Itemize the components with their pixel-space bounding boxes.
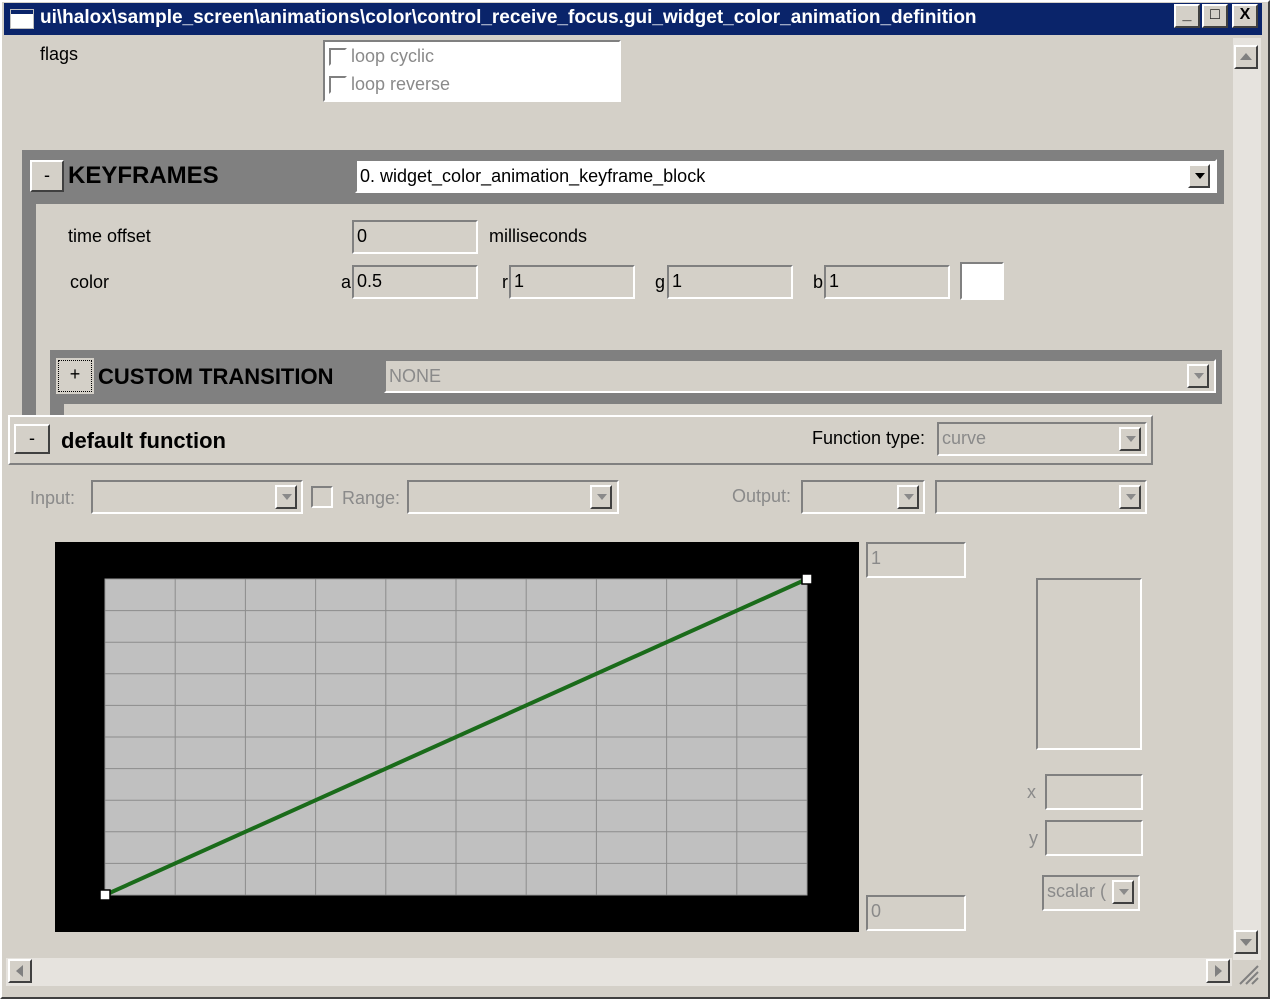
flags-list: loop cyclic loop reverse bbox=[323, 40, 621, 102]
output-dropdown-arrow-1[interactable] bbox=[897, 485, 919, 509]
scroll-right-button[interactable] bbox=[1206, 959, 1230, 983]
color-label: color bbox=[70, 272, 110, 292]
scroll-down-button[interactable] bbox=[1234, 930, 1258, 954]
color-r-input[interactable]: 1 bbox=[509, 265, 635, 299]
default-function-title: default function bbox=[61, 428, 226, 453]
time-offset-label: time offset bbox=[68, 226, 151, 246]
output-select-2[interactable] bbox=[935, 480, 1147, 514]
arrow-right-icon bbox=[1215, 965, 1222, 977]
arrow-up-icon bbox=[1240, 53, 1252, 60]
time-offset-unit: milliseconds bbox=[489, 226, 588, 246]
flags-label: flags bbox=[40, 44, 79, 64]
loop-cyclic-checkbox[interactable] bbox=[329, 48, 347, 66]
scroll-up-button[interactable] bbox=[1234, 45, 1258, 69]
custom-transition-dropdown-arrow[interactable] bbox=[1187, 364, 1209, 388]
loop-reverse-checkbox[interactable] bbox=[329, 76, 347, 94]
keyframes-collapse-button[interactable]: - bbox=[30, 160, 64, 192]
window-title: ui\halox\sample_screen\animations\color\… bbox=[40, 7, 977, 28]
curve-editor[interactable] bbox=[55, 542, 859, 932]
output-dropdown-arrow-2[interactable] bbox=[1119, 485, 1141, 509]
function-type-value: curve bbox=[942, 428, 987, 448]
point-x-input[interactable] bbox=[1045, 774, 1143, 810]
loop-reverse-label: loop reverse bbox=[351, 74, 451, 94]
range-dropdown-arrow[interactable] bbox=[590, 485, 612, 509]
function-type-dropdown-arrow[interactable] bbox=[1119, 427, 1141, 451]
custom-transition-select-value: NONE bbox=[389, 366, 442, 386]
range-select[interactable] bbox=[407, 480, 619, 514]
custom-transition-select[interactable]: NONE bbox=[384, 359, 1216, 393]
app-icon[interactable] bbox=[10, 9, 34, 29]
horizontal-scrollbar[interactable] bbox=[6, 958, 1232, 986]
resize-grip-icon bbox=[1239, 965, 1259, 985]
keyframe-block-select[interactable]: 0. widget_color_animation_keyframe_block bbox=[355, 159, 1217, 193]
graph-max-input[interactable]: 1 bbox=[866, 542, 966, 578]
scalar-dropdown-arrow[interactable] bbox=[1112, 880, 1134, 904]
color-a-input[interactable]: 0.5 bbox=[352, 265, 478, 299]
color-g-label: g bbox=[655, 272, 666, 292]
custom-transition-expand-button[interactable]: + bbox=[56, 358, 94, 394]
keyframes-left-rail bbox=[22, 200, 36, 420]
point-y-label: y bbox=[1029, 828, 1038, 848]
color-swatch[interactable] bbox=[960, 262, 1004, 300]
output-label: Output: bbox=[732, 486, 792, 506]
range-label: Range: bbox=[342, 488, 401, 508]
function-type-label: Function type: bbox=[812, 428, 926, 448]
color-a-label: a bbox=[341, 272, 352, 292]
maximize-button[interactable]: □ bbox=[1202, 4, 1228, 28]
graph-min-input[interactable]: 0 bbox=[866, 895, 966, 931]
arrow-down-icon bbox=[1240, 939, 1252, 946]
curve-control-point[interactable] bbox=[801, 573, 813, 585]
close-button[interactable]: X bbox=[1232, 4, 1258, 28]
scroll-left-button[interactable] bbox=[8, 959, 32, 983]
curve-control-point[interactable] bbox=[99, 889, 111, 901]
color-g-input[interactable]: 1 bbox=[667, 265, 793, 299]
minimize-button[interactable]: _ bbox=[1174, 4, 1200, 28]
title-bar[interactable]: ui\halox\sample_screen\animations\color\… bbox=[4, 3, 1262, 35]
scalar-select-value: scalar ( bbox=[1047, 881, 1107, 901]
curve-chart[interactable] bbox=[55, 542, 859, 932]
input-dropdown-arrow[interactable] bbox=[275, 485, 297, 509]
custom-transition-title: CUSTOM TRANSITION bbox=[98, 364, 334, 389]
point-x-label: x bbox=[1027, 782, 1036, 802]
time-offset-input[interactable]: 0 bbox=[352, 220, 478, 254]
keyframe-block-select-value: 0. widget_color_animation_keyframe_block bbox=[360, 166, 706, 186]
color-b-input[interactable]: 1 bbox=[824, 265, 950, 299]
arrow-left-icon bbox=[16, 965, 23, 977]
keyframe-block-dropdown-arrow[interactable] bbox=[1188, 164, 1210, 188]
vertical-scrollbar[interactable] bbox=[1233, 38, 1261, 960]
color-preview-box bbox=[1036, 578, 1142, 750]
point-y-input[interactable] bbox=[1045, 820, 1143, 856]
loop-cyclic-label: loop cyclic bbox=[351, 46, 435, 66]
default-function-collapse-button[interactable]: - bbox=[14, 424, 50, 454]
color-r-label: r bbox=[502, 272, 508, 292]
keyframes-title: KEYFRAMES bbox=[68, 162, 219, 189]
input-label: Input: bbox=[30, 488, 76, 508]
input-select[interactable] bbox=[91, 480, 303, 514]
color-b-label: b bbox=[813, 272, 824, 292]
resize-grip[interactable] bbox=[1236, 960, 1260, 986]
range-checkbox[interactable] bbox=[311, 486, 333, 508]
function-type-select[interactable]: curve bbox=[937, 422, 1147, 456]
